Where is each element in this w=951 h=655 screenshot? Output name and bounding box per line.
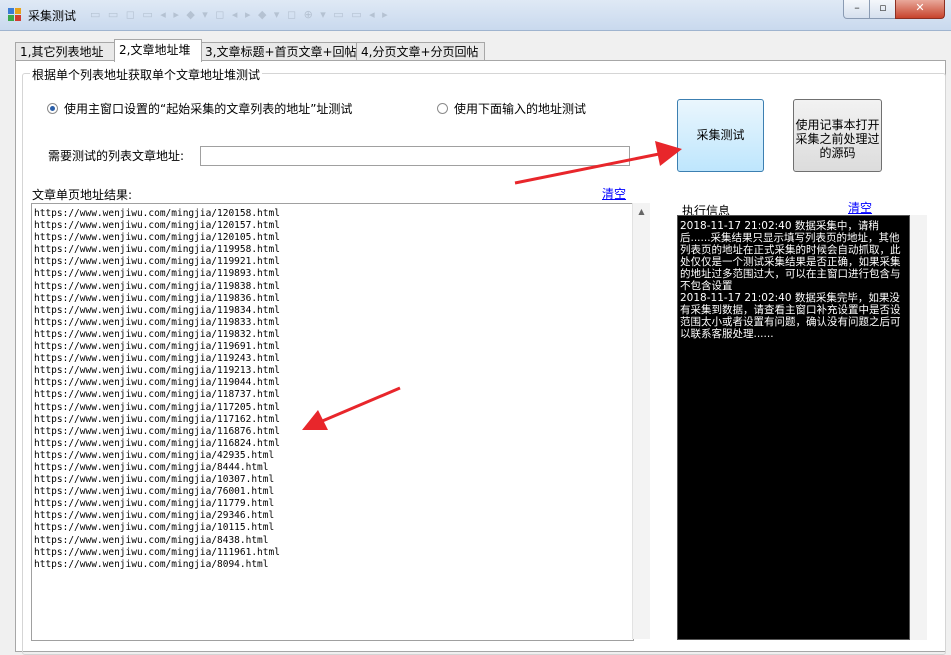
annotation-arrows: [302, 141, 682, 430]
arrow-to-results: [302, 386, 401, 430]
arrow-to-test-button: [514, 141, 682, 185]
tab-article-urls[interactable]: 2,文章地址堆: [114, 39, 202, 62]
